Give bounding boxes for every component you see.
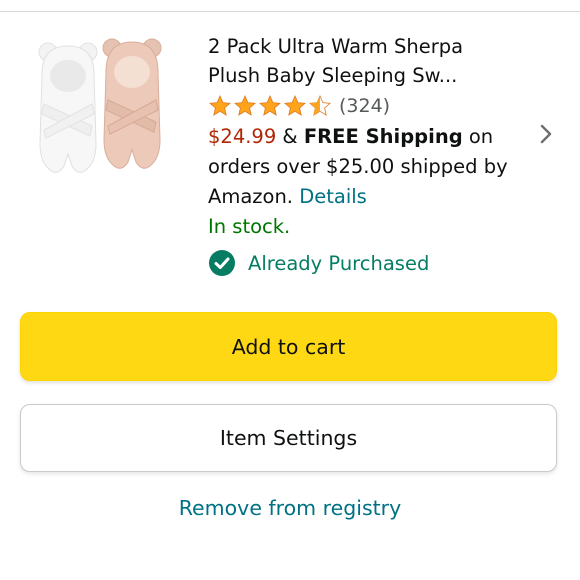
item-settings-button[interactable]: Item Settings: [20, 404, 557, 472]
price: $24.99: [208, 125, 277, 148]
price-shipping: $24.99 & FREE Shipping on orders over $2…: [208, 122, 508, 212]
add-to-cart-label: Add to cart: [231, 334, 346, 359]
add-to-cart-button[interactable]: Add to cart: [20, 312, 557, 381]
top-divider: [0, 0, 580, 12]
chevron-right-icon[interactable]: [538, 122, 554, 146]
review-count[interactable]: (324): [339, 95, 390, 117]
star-full-icon: [259, 95, 281, 116]
stock-status: In stock.: [208, 215, 291, 238]
rating-row[interactable]: (324): [208, 92, 508, 120]
remove-from-registry-link[interactable]: Remove from registry: [0, 496, 580, 520]
star-full-icon: [284, 95, 306, 116]
purchased-badge: Already Purchased: [208, 249, 508, 277]
already-purchased-label: Already Purchased: [248, 251, 430, 275]
registry-item-row[interactable]: 2 Pack Ultra Warm Sherpa Plush Baby Slee…: [0, 24, 580, 286]
baby-swaddle-image: [38, 38, 162, 173]
check-circle-icon: [209, 250, 235, 276]
star-half-icon: [309, 95, 331, 116]
item-settings-label: Item Settings: [219, 426, 358, 450]
star-full-icon: [209, 95, 231, 116]
shipping-prefix: &: [276, 125, 304, 148]
product-info: 2 Pack Ultra Warm Sherpa Plush Baby Slee…: [208, 32, 508, 277]
product-image[interactable]: [30, 34, 180, 184]
free-shipping-label: FREE Shipping: [303, 125, 463, 148]
details-link[interactable]: Details: [299, 185, 367, 208]
star-rating: [208, 94, 333, 118]
product-title[interactable]: 2 Pack Ultra Warm Sherpa Plush Baby Slee…: [208, 32, 508, 90]
star-full-icon: [234, 95, 256, 116]
